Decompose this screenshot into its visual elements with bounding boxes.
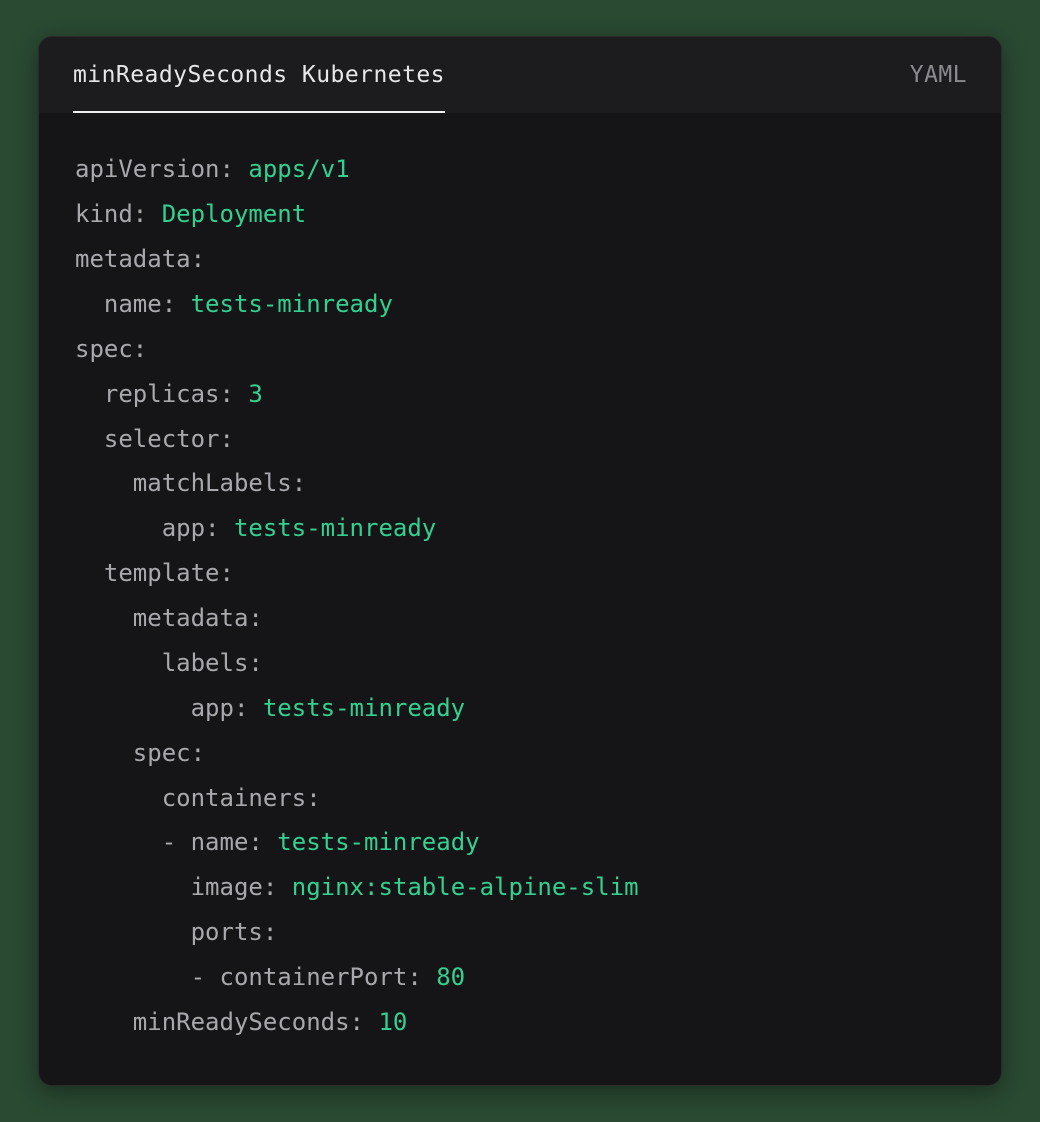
token-value: Deployment: [162, 200, 307, 228]
token-key: - containerPort:: [75, 963, 422, 991]
token-key: template:: [75, 559, 234, 587]
token-value: apps/v1: [248, 155, 349, 183]
token-key: [263, 828, 277, 856]
code-snippet-card: minReadySeconds Kubernetes YAML apiVersi…: [38, 36, 1002, 1086]
token-value: tests-minready: [191, 290, 393, 318]
token-key: [234, 380, 248, 408]
token-key: labels:: [75, 649, 263, 677]
token-value: nginx:stable-alpine-slim: [292, 873, 639, 901]
token-key: containers:: [75, 784, 321, 812]
token-key: apiVersion:: [75, 155, 234, 183]
token-key: metadata:: [75, 245, 205, 273]
token-key: [147, 200, 161, 228]
token-key: app:: [75, 694, 248, 722]
token-value: tests-minready: [263, 694, 465, 722]
snippet-title-tab[interactable]: minReadySeconds Kubernetes: [73, 37, 445, 113]
token-key: [248, 694, 262, 722]
token-key: app:: [75, 514, 220, 542]
token-key: image:: [75, 873, 277, 901]
token-key: replicas:: [75, 380, 234, 408]
token-key: spec:: [75, 739, 205, 767]
token-value: 10: [378, 1008, 407, 1036]
token-key: [176, 290, 190, 318]
token-key: matchLabels:: [75, 469, 306, 497]
snippet-header: minReadySeconds Kubernetes YAML: [39, 37, 1001, 113]
token-key: spec:: [75, 335, 147, 363]
token-value: tests-minready: [234, 514, 436, 542]
token-value: tests-minready: [277, 828, 479, 856]
token-key: [234, 155, 248, 183]
code-block[interactable]: apiVersion: apps/v1 kind: Deployment met…: [39, 113, 1001, 1085]
token-key: name:: [75, 290, 176, 318]
token-key: kind:: [75, 200, 147, 228]
token-key: [364, 1008, 378, 1036]
token-value: 80: [436, 963, 465, 991]
token-key: minReadySeconds:: [75, 1008, 364, 1036]
token-key: metadata:: [75, 604, 263, 632]
token-key: ports:: [75, 918, 277, 946]
token-key: selector:: [75, 425, 234, 453]
token-key: - name:: [75, 828, 263, 856]
token-key: [220, 514, 234, 542]
language-badge: YAML: [910, 62, 967, 88]
token-key: [422, 963, 436, 991]
token-key: [277, 873, 291, 901]
token-value: 3: [248, 380, 262, 408]
